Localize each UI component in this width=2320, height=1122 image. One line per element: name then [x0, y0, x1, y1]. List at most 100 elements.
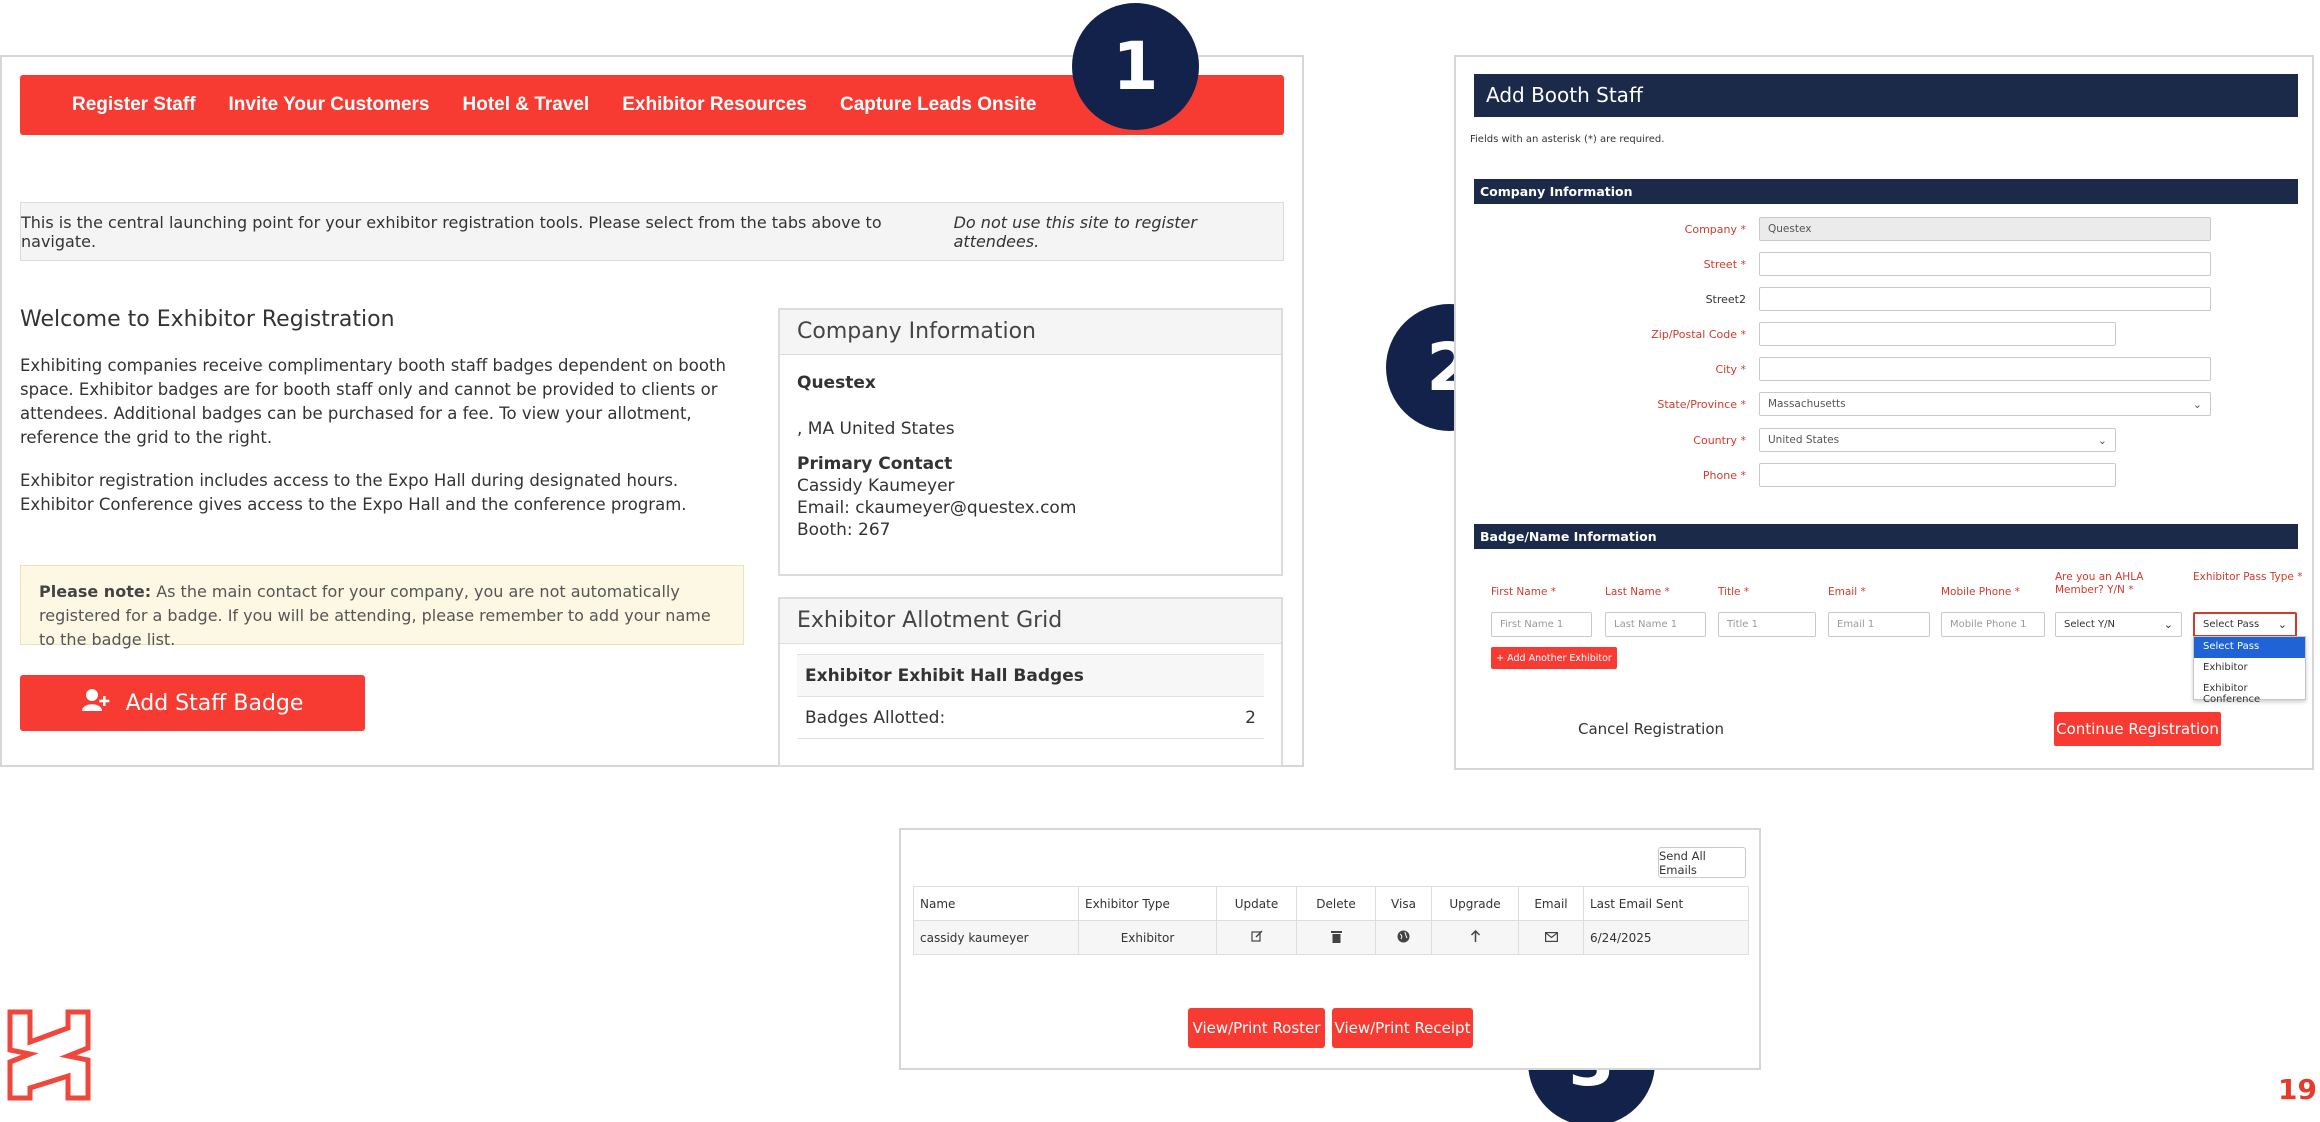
th-email: Email — [1518, 886, 1584, 921]
phone-label: Phone * — [1702, 469, 1746, 482]
primary-contact-label: Primary Contact — [797, 454, 953, 474]
last-name-input[interactable]: Last Name 1 — [1605, 612, 1706, 637]
page-number: 19 — [2278, 1073, 2317, 1106]
street2-field[interactable] — [1759, 287, 2211, 311]
th-delete: Delete — [1296, 886, 1376, 921]
dropdown-option-exhibitor[interactable]: Exhibitor — [2194, 658, 2305, 679]
chevron-down-icon: ⌄ — [2192, 397, 2202, 411]
contact-email: Email: ckaumeyer@questex.com — [797, 498, 1077, 518]
nav-capture-leads[interactable]: Capture Leads Onsite — [840, 94, 1036, 116]
info-text: This is the central launching point for … — [21, 212, 882, 251]
phone-field[interactable] — [1759, 463, 2116, 487]
allotment-next-row — [797, 738, 1264, 765]
allotment-section-row: Exhibitor Exhibit Hall Badges — [797, 654, 1264, 696]
ahla-member-select[interactable]: Select Y/N ⌄ — [2055, 612, 2182, 637]
th-exhibitor-type: Exhibitor Type — [1078, 886, 1217, 921]
company-section-header: Company Information — [1474, 179, 2298, 204]
col-mobile-phone: Mobile Phone * — [1941, 586, 2020, 598]
street2-label: Street2 — [1705, 293, 1746, 306]
company-field[interactable]: Questex — [1759, 217, 2211, 241]
add-booth-staff-title: Add Booth Staff — [1474, 74, 2298, 117]
city-field[interactable] — [1759, 357, 2211, 381]
title-input[interactable]: Title 1 — [1718, 612, 1816, 637]
note-label: Please note: — [39, 582, 152, 601]
allotment-grid-card: Exhibitor Allotment Grid Exhibitor Exhib… — [778, 597, 1283, 767]
email-input[interactable]: Email 1 — [1828, 612, 1930, 637]
send-all-emails-button[interactable]: Send All Emails — [1658, 847, 1746, 878]
envelope-icon[interactable] — [1518, 920, 1584, 955]
country-value: United States — [1768, 434, 1840, 446]
nav-hotel-travel[interactable]: Hotel & Travel — [463, 94, 590, 116]
step-badge-1: 1 — [1072, 3, 1199, 130]
add-staff-badge-label: Add Staff Badge — [125, 690, 304, 716]
chevron-down-icon: ⌄ — [2097, 433, 2107, 447]
cancel-registration-link[interactable]: Cancel Registration — [1578, 720, 1724, 738]
chevron-down-icon: ⌄ — [2277, 618, 2287, 631]
required-note: Fields with an asterisk (*) are required… — [1470, 134, 1665, 145]
state-label: State/Province * — [1657, 398, 1746, 411]
contact-name: Cassidy Kaumeyer — [797, 476, 955, 496]
staff-list-panel: Send All Emails Name Exhibitor Type Upda… — [899, 828, 1761, 1070]
allotment-section-label: Exhibitor Exhibit Hall Badges — [805, 665, 1084, 686]
globe-icon[interactable] — [1375, 920, 1432, 955]
table-header-row: Name Exhibitor Type Update Delete Visa U… — [913, 886, 1749, 921]
welcome-paragraph-2: Exhibitor registration includes access t… — [20, 471, 687, 514]
chevron-down-icon: ⌄ — [2163, 618, 2173, 631]
nav-exhibitor-resources[interactable]: Exhibitor Resources — [622, 94, 807, 116]
col-last-name: Last Name * — [1605, 586, 1670, 598]
street-label: Street * — [1703, 258, 1746, 271]
col-first-name: First Name * — [1491, 586, 1556, 598]
dropdown-option-exhibitor-conference[interactable]: Exhibitor Conference — [2194, 679, 2305, 705]
badge-section-header: Badge/Name Information — [1474, 524, 2298, 549]
nav-invite-customers[interactable]: Invite Your Customers — [229, 94, 430, 116]
pass-select-value: Select Pass — [2203, 619, 2260, 630]
th-last-email-sent: Last Email Sent — [1583, 886, 1749, 921]
company-location: , MA United States — [797, 419, 955, 439]
th-name: Name — [913, 886, 1079, 921]
pass-type-select[interactable]: Select Pass ⌄ — [2193, 612, 2297, 637]
view-print-roster-button[interactable]: View/Print Roster — [1188, 1008, 1325, 1048]
cell-type: Exhibitor — [1078, 920, 1217, 955]
zip-field[interactable] — [1759, 322, 2116, 346]
info-italic-text: Do not use this site to register attende… — [953, 212, 1197, 251]
welcome-title: Welcome to Exhibitor Registration — [20, 307, 395, 332]
col-title: Title * — [1718, 586, 1750, 598]
col-email: Email * — [1828, 586, 1866, 598]
th-visa: Visa — [1375, 886, 1432, 921]
trash-icon[interactable] — [1296, 920, 1376, 955]
company-value: Questex — [1768, 223, 1812, 235]
company-card-body: Questex , MA United States Primary Conta… — [780, 355, 1281, 555]
nav-register-staff[interactable]: Register Staff — [72, 94, 196, 116]
country-label: Country * — [1693, 434, 1746, 447]
continue-registration-button[interactable]: Continue Registration — [2054, 712, 2221, 746]
exhibitor-home-panel: Register Staff Invite Your Customers Hot… — [0, 55, 1304, 767]
add-another-exhibitor-button[interactable]: + Add Another Exhibitor — [1491, 647, 1617, 669]
dropdown-option-select-pass[interactable]: Select Pass — [2194, 637, 2305, 658]
col-ahla-member: Are you an AHLA Member? Y/N * — [2055, 571, 2144, 596]
add-staff-badge-button[interactable]: Add Staff Badge — [20, 675, 365, 731]
allotment-card-title: Exhibitor Allotment Grid — [780, 599, 1281, 644]
state-select[interactable]: Massachusetts ⌄ — [1759, 392, 2211, 416]
ahla-select-value: Select Y/N — [2064, 619, 2115, 630]
company-information-card: Company Information Questex , MA United … — [778, 308, 1283, 576]
col-pass-type: Exhibitor Pass Type * — [2193, 571, 2303, 583]
arrow-up-icon[interactable] — [1431, 920, 1519, 955]
mobile-phone-input[interactable]: Mobile Phone 1 — [1941, 612, 2045, 637]
view-print-receipt-button[interactable]: View/Print Receipt — [1332, 1008, 1473, 1048]
first-name-input[interactable]: First Name 1 — [1491, 612, 1592, 637]
table-row: cassidy kaumeyer Exhibitor 6/24/2025 — [913, 920, 1749, 955]
country-select[interactable]: United States ⌄ — [1759, 428, 2116, 452]
launch-info-box: This is the central launching point for … — [20, 202, 1284, 261]
cell-last-sent: 6/24/2025 — [1583, 920, 1749, 955]
cell-name: cassidy kaumeyer — [913, 920, 1079, 955]
badges-allotted-label: Badges Allotted: — [805, 707, 946, 728]
city-label: City * — [1715, 363, 1746, 376]
company-card-title: Company Information — [780, 310, 1281, 355]
state-value: Massachusetts — [1768, 398, 1846, 410]
add-booth-staff-panel: Add Booth Staff Fields with an asterisk … — [1454, 55, 2314, 770]
pass-type-dropdown: Select Pass Exhibitor Exhibitor Conferen… — [2193, 636, 2306, 705]
street-field[interactable] — [1759, 252, 2211, 276]
edit-icon[interactable] — [1216, 920, 1297, 955]
allotment-grid: Exhibitor Exhibit Hall Badges Badges All… — [780, 644, 1281, 765]
th-upgrade: Upgrade — [1431, 886, 1519, 921]
